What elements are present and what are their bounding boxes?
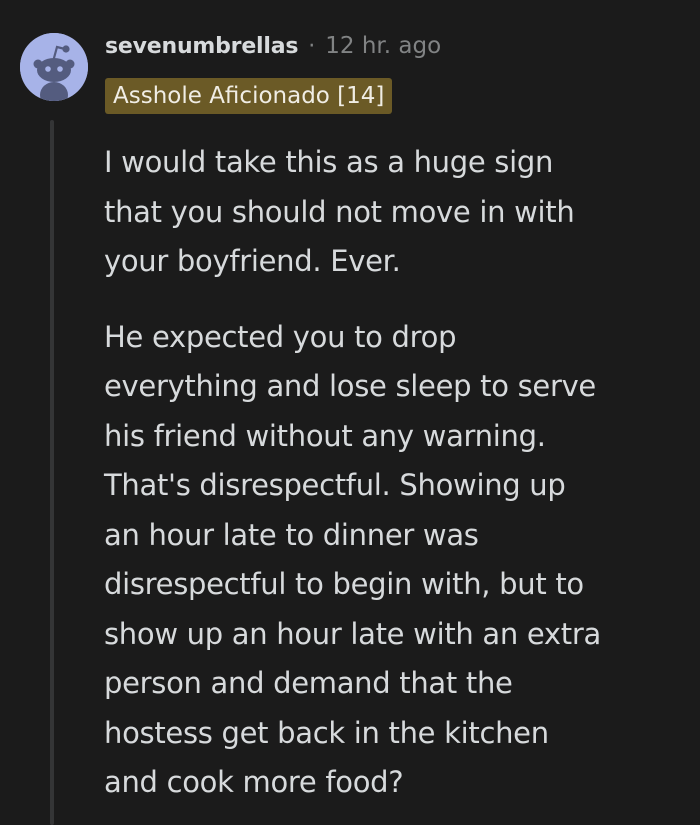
- comment-paragraph: He expected you to drop everything and l…: [104, 313, 689, 808]
- comment-text-line: your boyfriend. Ever.: [104, 244, 401, 278]
- comment-text-line: He expected you to drop: [104, 319, 457, 354]
- comment: sevenumbrellas · 12 hr. ago Asshole Afic…: [0, 0, 700, 825]
- comment-text-line: his friend without any warning.: [104, 418, 546, 453]
- comment-text-line: hostess get back in the kitchen: [104, 715, 549, 750]
- comment-meta: sevenumbrellas · 12 hr. ago: [105, 28, 441, 64]
- comment-paragraph: I would take this as a huge sign that yo…: [104, 138, 689, 287]
- comment-timestamp[interactable]: 12 hr. ago: [325, 33, 441, 59]
- thread-line[interactable]: [50, 120, 54, 825]
- comment-body: I would take this as a huge sign that yo…: [104, 138, 689, 808]
- meta-separator: ·: [308, 33, 316, 59]
- author-username[interactable]: sevenumbrellas: [105, 34, 298, 59]
- comment-text-line: an hour late to dinner was: [104, 517, 479, 552]
- comment-text-line: person and demand that the: [104, 666, 513, 700]
- user-flair: Asshole Aficionado [14]: [105, 78, 393, 114]
- avatar[interactable]: [20, 33, 88, 101]
- comment-text-line: disrespectful to begin with, but to: [104, 567, 584, 601]
- comment-text-line: everything and lose sleep to serve: [104, 369, 596, 403]
- comment-text-line: and cook more food?: [104, 765, 404, 799]
- comment-text-line: that you should not move in with: [104, 194, 575, 229]
- comment-text-line: That's disrespectful. Showing up: [104, 468, 566, 502]
- snoo-avatar-icon: [20, 33, 88, 101]
- comment-text-line: I would take this as a huge sign: [104, 145, 554, 179]
- comment-text-line: show up an hour late with an extra: [104, 616, 601, 651]
